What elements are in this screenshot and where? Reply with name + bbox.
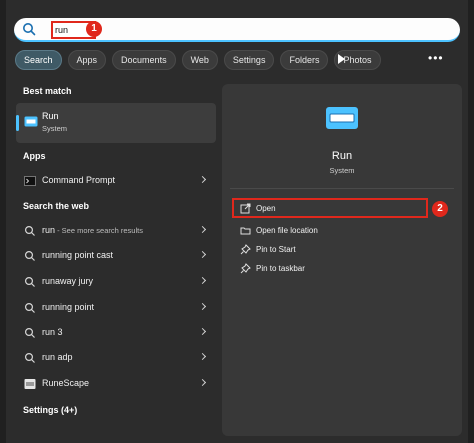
command-prompt-icon — [24, 176, 36, 186]
apps-heading: Apps — [23, 151, 46, 161]
chevron-right-icon — [198, 225, 207, 234]
web-item-label: RuneScape — [42, 378, 90, 388]
play-icon[interactable] — [338, 54, 345, 64]
web-item-hint: - See more search results — [55, 226, 143, 235]
chevron-right-icon — [198, 175, 207, 184]
search-icon — [24, 302, 35, 313]
search-icon — [24, 352, 35, 363]
run-app-large-icon — [326, 107, 358, 129]
step-badge-1: 1 — [86, 21, 102, 37]
web-item[interactable]: RuneScape — [16, 373, 216, 395]
step-badge-2: 2 — [432, 201, 448, 217]
selection-accent — [16, 115, 19, 131]
search-icon — [24, 225, 35, 236]
web-item-label: run adp — [42, 352, 73, 362]
open-file-location-label: Open file location — [256, 226, 318, 235]
web-item[interactable]: run adp — [16, 347, 216, 369]
best-match-title: Run — [42, 111, 59, 121]
run-app-icon — [24, 116, 38, 127]
search-icon — [24, 276, 35, 287]
web-item-label: running point cast — [42, 250, 114, 260]
web-item[interactable]: runaway jury — [16, 271, 216, 293]
chevron-right-icon — [198, 250, 207, 259]
web-item-label: run 3 — [42, 327, 63, 337]
web-item-label: running point — [42, 302, 95, 312]
chevron-right-icon — [198, 302, 207, 311]
detail-subtitle: System — [329, 166, 355, 175]
pin-icon — [240, 244, 251, 255]
web-heading: Search the web — [23, 201, 90, 211]
folder-icon — [240, 227, 251, 235]
chevron-right-icon — [198, 327, 207, 336]
filter-tabs: Search Apps Documents Web Settings Folde… — [15, 50, 381, 70]
best-match-subtitle: System — [42, 124, 68, 133]
divider — [230, 188, 454, 189]
app-item-command-prompt[interactable]: Command Prompt — [16, 170, 216, 192]
chevron-right-icon — [198, 352, 207, 361]
search-icon — [24, 327, 35, 338]
open-external-icon — [240, 203, 251, 214]
tab-settings[interactable]: Settings — [223, 50, 275, 70]
search-bar[interactable]: run — [14, 18, 460, 42]
web-item[interactable]: running point cast — [16, 245, 216, 267]
best-match-item-run[interactable]: Run System — [16, 103, 216, 143]
pin-icon — [240, 263, 251, 274]
detail-panel: Run System Open Open file location Pin t… — [222, 84, 462, 436]
web-item[interactable]: run - See more search results — [16, 220, 216, 242]
web-item-label: run — [42, 225, 56, 235]
best-match-heading: Best match — [23, 86, 72, 96]
more-options-icon[interactable]: ••• — [428, 50, 444, 66]
tab-apps[interactable]: Apps — [67, 50, 107, 70]
settings-results-heading[interactable]: Settings (4+) — [23, 405, 77, 415]
pin-to-start-action[interactable]: Pin to Start — [234, 241, 444, 259]
web-item[interactable]: running point — [16, 297, 216, 319]
pin-to-taskbar-action[interactable]: Pin to taskbar — [234, 260, 444, 278]
pin-to-taskbar-label: Pin to taskbar — [256, 264, 305, 273]
pin-to-start-label: Pin to Start — [256, 245, 296, 254]
open-action-label: Open — [256, 204, 276, 213]
detail-title: Run — [331, 150, 353, 162]
tab-web[interactable]: Web — [181, 50, 218, 70]
chevron-right-icon — [198, 276, 207, 285]
open-action[interactable]: Open — [232, 198, 428, 218]
app-item-label: Command Prompt — [42, 175, 116, 185]
tab-documents[interactable]: Documents — [112, 50, 176, 70]
search-icon — [24, 250, 35, 261]
open-file-location-action[interactable]: Open file location — [234, 222, 444, 240]
chevron-right-icon — [198, 378, 207, 387]
search-icon — [23, 23, 36, 36]
web-item-label: runaway jury — [42, 276, 94, 286]
runescape-icon — [24, 379, 36, 389]
tab-folders[interactable]: Folders — [280, 50, 329, 70]
tab-search[interactable]: Search — [15, 50, 62, 70]
web-item[interactable]: run 3 — [16, 322, 216, 344]
